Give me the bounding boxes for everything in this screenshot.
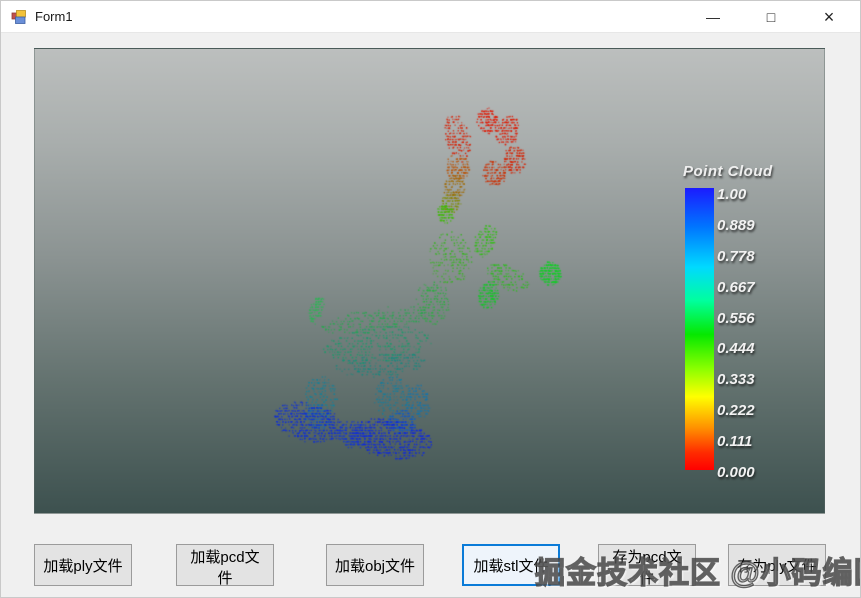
colorbar-tick: 0.111 (717, 433, 753, 450)
colorbar-tick: 0.667 (717, 278, 755, 296)
form1-window: Form1 — □ × Point Cloud 1.00 0.889 0.778… (0, 0, 861, 598)
pointcloud-viewport[interactable]: Point Cloud 1.00 0.889 0.778 0.667 0.556… (34, 48, 825, 514)
load-pcd-button[interactable]: 加载pcd文件 (176, 544, 274, 587)
close-icon: × (823, 7, 835, 27)
colorbar-tick: 0.000 (717, 463, 755, 481)
colorbar-ticks: 1.00 0.889 0.778 0.667 0.556 0.444 0.333… (717, 186, 787, 481)
window-title: Form1 (35, 9, 73, 24)
colorbar-tick: 0.889 (717, 216, 755, 234)
colorbar-tick: 0.222 (717, 402, 755, 420)
load-ply-button[interactable]: 加载ply文件 (34, 544, 132, 586)
colorbar-title: Point Cloud (683, 163, 773, 180)
watermark: 掘金技术社区 @小码编匠 (534, 556, 861, 590)
colorbar-tick: 0.444 (717, 340, 755, 358)
form-icon (11, 9, 27, 25)
close-button[interactable]: × (806, 1, 852, 33)
colorbar-tick: 1.00 (717, 186, 747, 203)
load-obj-button[interactable]: 加载obj文件 (326, 544, 424, 586)
maximize-icon: □ (766, 9, 776, 25)
minimize-icon: — (706, 9, 720, 25)
colorbar-tick: 0.556 (717, 309, 755, 327)
minimize-button[interactable]: — (690, 1, 736, 33)
colorbar-tick: 0.778 (717, 247, 755, 265)
window-controls: — □ × (690, 1, 852, 33)
colorbar-tick: 0.333 (717, 371, 755, 389)
maximize-button[interactable]: □ (748, 1, 794, 33)
title-bar: Form1 — □ × (1, 1, 860, 33)
colorbar-gradient (685, 188, 714, 470)
